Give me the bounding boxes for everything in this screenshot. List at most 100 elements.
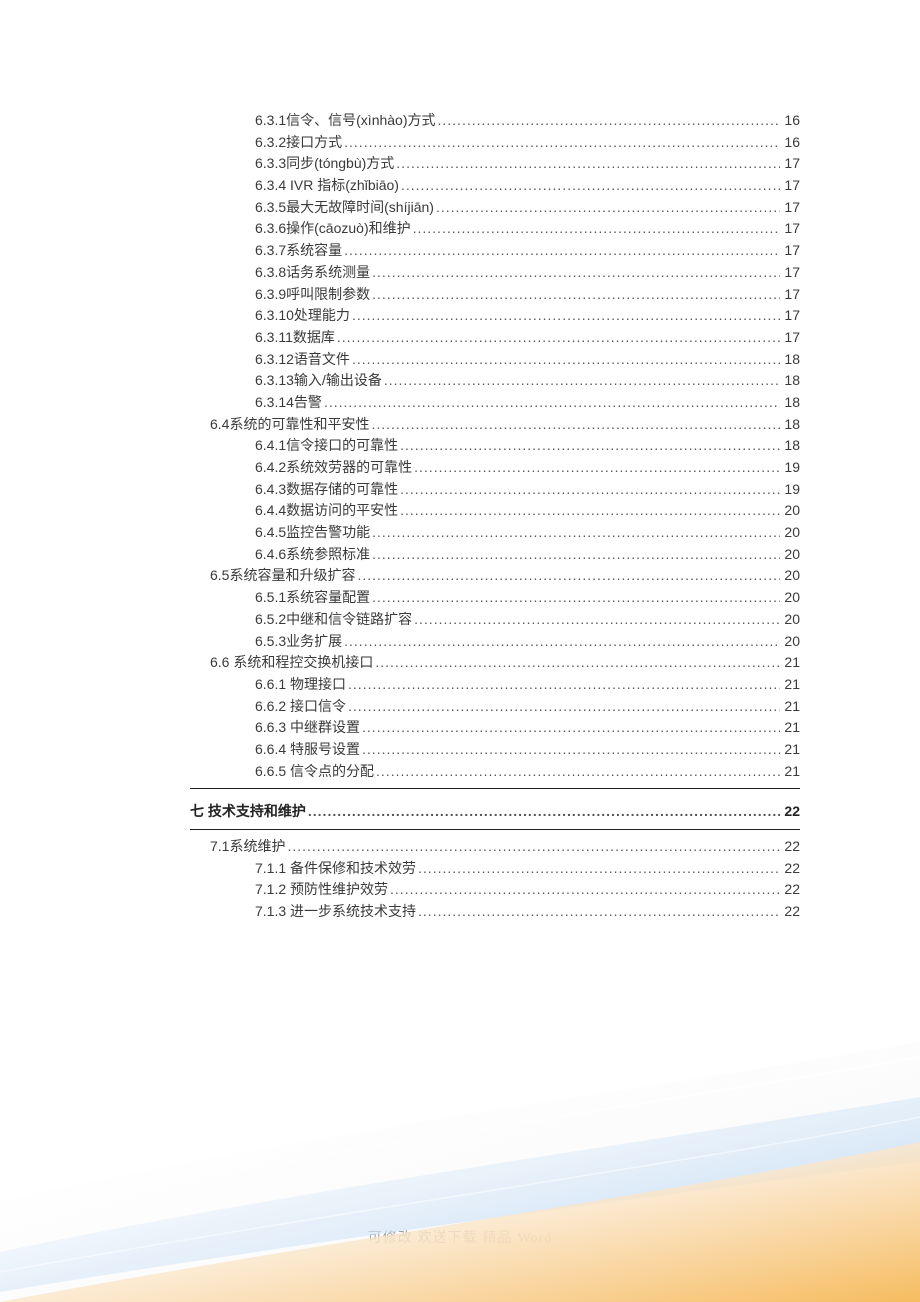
toc-section-heading: 七 技术支持和维护22 [115,801,800,823]
toc-page-number: 18 [780,435,800,457]
toc-text: 6.5.1系统容量配置 [255,587,370,609]
toc-text: 七 技术支持和维护 [190,801,306,823]
toc-entry: 6.4系统的可靠性和平安性18 [115,414,800,436]
toc-page-number: 22 [780,879,800,901]
toc-text: 7.1.1 备件保修和技术效劳 [255,858,416,880]
toc-page-number: 16 [780,110,800,132]
toc-entry: 6.6.2 接口信令 21 [115,696,800,718]
document-page: 6.3.1信令、信号(xìnhào)方式166.3.2接口方式166.3.3同步… [0,0,920,1302]
footer-cn: 可修改 欢送下载 精品 [368,1229,518,1245]
toc-text: 6.5.3业务扩展 [255,631,342,653]
toc-entry: 6.3.3同步(tóngbù)方式17 [115,153,800,175]
toc-text: 6.3.14告警 [255,392,322,414]
toc-entry: 7.1.3 进一步系统技术支持 22 [115,901,800,923]
toc-entry: 6.4.5监控告警功能 20 [115,522,800,544]
toc-leader [370,284,780,306]
toc-entry: 7.1.2 预防性维护效劳 22 [115,879,800,901]
toc-text: 6.3.8话务系统测量 [255,262,370,284]
toc-page-number: 17 [780,327,800,349]
toc-page-number: 21 [780,739,800,761]
toc-entry: 6.3.12语音文件18 [115,349,800,371]
toc-leader [374,761,780,783]
toc-leader [346,696,780,718]
toc-leader [370,544,780,566]
toc-text: 6.3.9呼叫限制参数 [255,284,370,306]
toc-entry: 6.6.1 物理接口21 [115,674,800,696]
toc-page-number: 17 [780,153,800,175]
toc-entry: 6.4.4数据访问的平安性 20 [115,500,800,522]
toc-text: 6.6.3 中继群设置 [255,717,360,739]
toc-entry: 6.3.8话务系统测量 17 [115,262,800,284]
toc-entry: 6.3.4 IVR 指标(zhǐbiāo)17 [115,175,800,197]
toc-page-number: 20 [780,587,800,609]
toc-leader [398,500,780,522]
toc-entry: 6.3.9呼叫限制参数 17 [115,284,800,306]
toc-leader [350,349,780,371]
toc-entry: 6.4.2系统效劳器的可靠性19 [115,457,800,479]
toc-leader [434,197,780,219]
toc-leader [360,739,780,761]
footer: 可修改 欢送下载 精品 Word [0,1227,920,1247]
toc-page-number: 20 [780,609,800,631]
toc-leader [394,153,780,175]
toc-text: 6.6.5 信令点的分配 [255,761,374,783]
toc-leader [388,879,780,901]
toc-page-number: 20 [780,544,800,566]
toc-leader [342,631,780,653]
toc-text: 6.5.2中继和信令链路扩容 [255,609,412,631]
toc-leader [342,240,780,262]
toc-page-number: 22 [780,901,800,923]
toc-page-number: 17 [780,175,800,197]
toc-page-number: 21 [780,652,800,674]
toc-text: 6.3.11数据库 [255,327,335,349]
toc-page-number: 17 [780,262,800,284]
toc-page-number: 20 [780,522,800,544]
toc-entry: 6.6.4 特服号设置21 [115,739,800,761]
toc-page-number: 16 [780,132,800,154]
toc-page-number: 17 [780,218,800,240]
toc-entry: 7.1.1 备件保修和技术效劳22 [115,858,800,880]
toc-leader [360,717,780,739]
toc-entry: 6.3.2接口方式16 [115,132,800,154]
toc-text: 6.3.13输入/输出设备 [255,370,382,392]
toc-text: 7.1.3 进一步系统技术支持 [255,901,416,923]
toc-page-number: 20 [780,500,800,522]
footer-en: Word [517,1231,552,1246]
toc-text: 6.4.4数据访问的平安性 [255,500,398,522]
toc-page-number: 17 [780,197,800,219]
toc-leader [350,305,780,327]
toc-leader [412,457,780,479]
toc-entry: 6.4.1信令接口的可靠性 18 [115,435,800,457]
toc-entry: 6.6.5 信令点的分配21 [115,761,800,783]
toc-leader [342,132,780,154]
toc-text: 6.4.3数据存储的可靠性 [255,479,398,501]
section-divider [190,788,800,789]
toc-page-number: 20 [780,565,800,587]
toc-text: 6.3.6操作(cāozuò)和维护 [255,218,411,240]
toc-entry: 6.3.1信令、信号(xìnhào)方式16 [115,110,800,132]
toc-entry: 6.4.6系统参照标准20 [115,544,800,566]
toc-page-number: 18 [780,414,800,436]
toc-text: 6.4.5监控告警功能 [255,522,370,544]
toc-text: 7.1.2 预防性维护效劳 [255,879,388,901]
toc-text: 6.6 系统和程控交换机接口 [210,652,373,674]
toc-text: 6.4.1信令接口的可靠性 [255,435,398,457]
toc-page-number: 17 [780,284,800,306]
toc-entry: 6.3.10处理能力17 [115,305,800,327]
toc-entry: 6.3.11数据库 17 [115,327,800,349]
toc-page-number: 18 [780,370,800,392]
toc-entry: 6.3.5最大无故障时间(shíjiān)17 [115,197,800,219]
toc-leader [398,479,780,501]
toc-leader [399,175,780,197]
toc-leader [411,218,781,240]
toc-leader [436,110,781,132]
toc-entry: 7.1系统维护22 [115,836,800,858]
toc-leader [285,836,780,858]
toc-page-number: 17 [780,240,800,262]
toc-page-number: 21 [780,696,800,718]
toc-text: 6.6.2 接口信令 [255,696,346,718]
toc-leader [370,522,780,544]
toc-entry: 6.3.7系统容量17 [115,240,800,262]
toc-leader [416,858,780,880]
toc-leader [322,392,780,414]
